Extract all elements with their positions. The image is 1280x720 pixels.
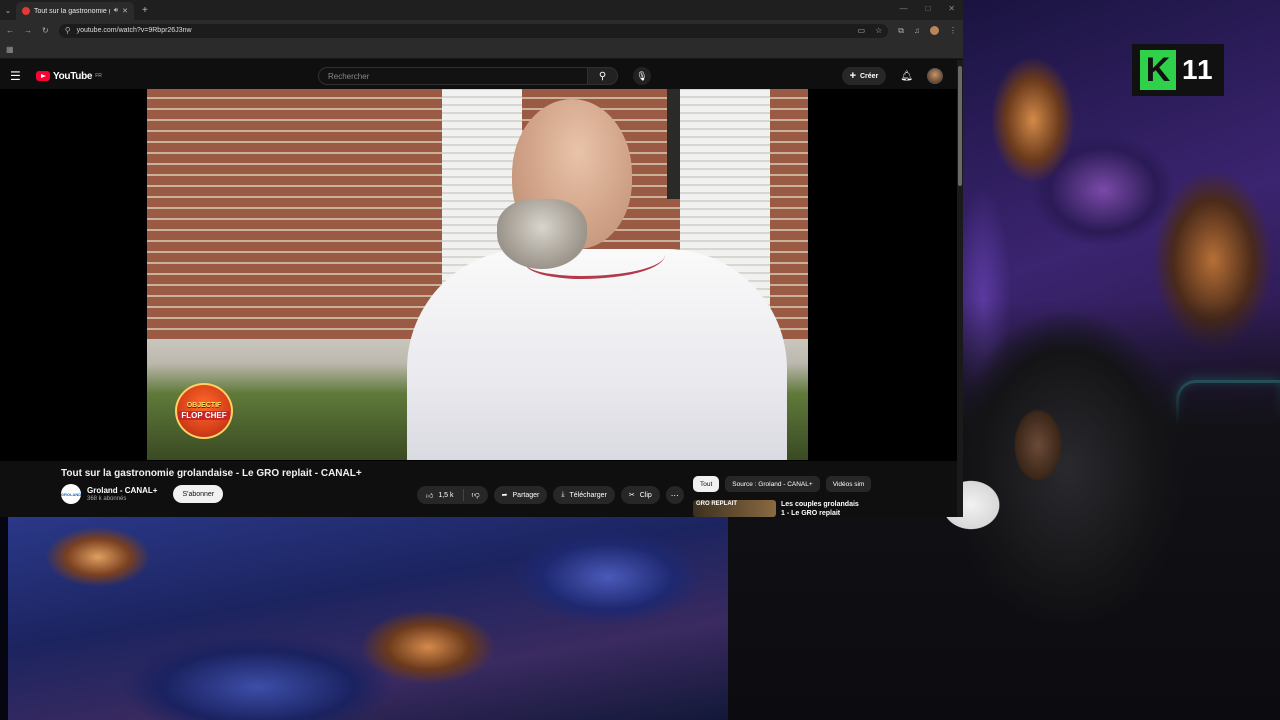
browser-toolbar: ← → ↻ ⚲ youtube.com/watch?v=9Rbpr26J3nw … <box>0 20 963 41</box>
like-button[interactable]: 👍︎ 1,5 k <box>417 489 464 501</box>
channel-row: GROLAND Groland - CANAL+ 368 k abonnés S… <box>61 484 224 504</box>
share-button[interactable]: ➦ Partager <box>493 486 548 504</box>
youtube-favicon-icon <box>22 7 30 15</box>
header-actions: + Créer 🔔︎ <box>841 67 943 85</box>
thumbs-up-icon: 👍︎ <box>426 492 434 500</box>
k11-logo: K 11 <box>1132 44 1224 96</box>
extensions-icon[interactable]: ⧉ <box>898 26 904 36</box>
search-input[interactable] <box>318 67 588 85</box>
speaker-icon[interactable]: 🔊︎ <box>114 7 118 15</box>
related-video-thumbnail[interactable]: GRO REPLAIT <box>693 500 776 517</box>
search-bar: ⚲ 🎙︎ <box>318 67 651 85</box>
close-window-icon[interactable]: ✕ <box>948 4 955 13</box>
k11-logo-number: 11 <box>1182 54 1214 85</box>
download-label: Télécharger <box>569 491 607 499</box>
related-filter-chips: Tout Source : Groland - CANAL+ Vidéos si… <box>693 476 872 492</box>
video-actions: 👍︎ 1,5 k 👎︎ ➦ Partager ⤓ Télécharger ✂ C… <box>417 486 684 504</box>
tab-title: Tout sur la gastronomie gr <box>34 7 110 15</box>
share-arrow-icon: ➦ <box>501 492 508 499</box>
create-button[interactable]: + Créer <box>841 67 887 85</box>
profile-icon[interactable] <box>930 26 939 35</box>
browser-menu-icon[interactable]: ⋮ <box>949 26 957 35</box>
show-logo-badge: OBJECTIF FLOP CHEF <box>175 383 233 439</box>
address-bar[interactable]: ⚲ youtube.com/watch?v=9Rbpr26J3nw ▭ ☆ <box>58 23 889 38</box>
url-text: youtube.com/watch?v=9Rbpr26J3nw <box>76 27 192 34</box>
omnibox-actions: ▭ ☆ <box>858 26 883 35</box>
reload-icon[interactable]: ↻ <box>42 26 49 35</box>
like-dislike-group: 👍︎ 1,5 k 👎︎ <box>417 486 488 504</box>
share-label: Partager <box>512 491 540 499</box>
video-player[interactable]: OBJECTIF FLOP CHEF <box>0 89 957 461</box>
search-icon: ⚲ <box>598 70 607 82</box>
chip-all[interactable]: Tout <box>693 476 720 492</box>
tab-bar: ⌄ Tout sur la gastronomie gr 🔊︎ ✕ + — □ … <box>0 0 963 20</box>
plus-icon: + <box>849 70 856 82</box>
dislike-button[interactable]: 👎︎ <box>464 490 488 500</box>
media-control-icon[interactable]: ♫ <box>914 26 920 35</box>
page-scrollbar[interactable] <box>957 60 963 517</box>
maximize-icon[interactable]: □ <box>925 4 930 13</box>
notifications-bell-icon[interactable]: 🔔︎ <box>900 71 913 82</box>
youtube-wordmark: YouTube <box>53 70 93 82</box>
bookmark-star-icon[interactable]: ☆ <box>875 26 882 35</box>
tab-active[interactable]: Tout sur la gastronomie gr 🔊︎ ✕ <box>16 2 134 20</box>
alien-texture-background-bottom <box>8 517 728 720</box>
clip-label: Clip <box>639 491 652 499</box>
minimize-icon[interactable]: — <box>899 4 907 13</box>
chef-jacket <box>407 249 787 460</box>
cast-icon[interactable]: ▭ <box>858 26 866 35</box>
youtube-play-logo-icon <box>36 71 50 81</box>
browser-window: ⌄ Tout sur la gastronomie gr 🔊︎ ✕ + — □ … <box>0 0 963 517</box>
scissors-icon: ✂ <box>628 492 635 499</box>
download-icon: ⤓ <box>561 491 565 498</box>
scrollbar-thumb[interactable] <box>958 66 962 186</box>
back-arrow-icon[interactable]: ← <box>6 26 14 35</box>
account-avatar[interactable] <box>927 68 943 84</box>
hamburger-menu-icon[interactable]: ☰ <box>10 69 28 83</box>
video-title: Tout sur la gastronomie grolandaise - Le… <box>61 468 362 479</box>
more-actions-button[interactable]: ⋯ <box>665 486 684 504</box>
related-video-item[interactable]: GRO REPLAIT Les couples grolandais 1 - L… <box>693 500 861 517</box>
chip-similar[interactable]: Vidéos sim <box>825 476 872 492</box>
badge-line-2: FLOP CHEF <box>178 411 230 420</box>
forward-arrow-icon[interactable]: → <box>24 26 32 35</box>
new-tab-plus-icon[interactable]: + <box>142 5 148 16</box>
chef-figure <box>407 99 787 460</box>
chef-beard <box>497 199 587 269</box>
channel-name[interactable]: Groland - CANAL+ <box>87 486 157 495</box>
youtube-header: ☰ YouTube FR ⚲ 🎙︎ + Créer 🔔︎ <box>0 61 963 91</box>
create-label: Créer <box>860 72 879 80</box>
k11-logo-letter: K <box>1140 50 1176 90</box>
chip-source[interactable]: Source : Groland - CANAL+ <box>725 476 820 492</box>
tab-list-chevron-icon[interactable]: ⌄ <box>0 6 16 15</box>
channel-avatar[interactable]: GROLAND <box>61 484 81 504</box>
like-count: 1,5 k <box>438 491 454 499</box>
subscriber-count: 368 k abonnés <box>87 496 127 502</box>
region-code: FR <box>95 72 102 79</box>
microphone-icon: 🎙︎ <box>636 70 648 81</box>
frame-edge <box>0 517 8 720</box>
voice-search-button[interactable]: 🎙︎ <box>633 67 651 85</box>
clip-button[interactable]: ✂ Clip <box>620 486 660 504</box>
stream-scene: K 11 ⌄ Tout sur la gastronomie gr 🔊︎ ✕ +… <box>0 0 1280 720</box>
channel-meta: Groland - CANAL+ 368 k abonnés <box>87 486 157 502</box>
apps-grid-icon[interactable]: ▦ <box>6 45 14 54</box>
more-horizontal-icon: ⋯ <box>670 490 679 500</box>
youtube-logo[interactable]: YouTube FR <box>36 71 102 82</box>
bookmarks-bar: ▦ <box>0 41 963 59</box>
window-controls: — □ ✕ <box>899 4 955 13</box>
badge-line-1: OBJECTIF <box>186 402 222 409</box>
video-frame[interactable]: OBJECTIF FLOP CHEF <box>147 89 808 460</box>
toolbar-right: ⧉ ♫ ⋮ <box>898 26 957 36</box>
search-button[interactable]: ⚲ <box>588 67 618 85</box>
close-tab-icon[interactable]: ✕ <box>122 7 128 15</box>
related-video-title[interactable]: Les couples grolandais 1 - Le GRO replai… <box>781 500 861 517</box>
download-button[interactable]: ⤓ Télécharger <box>553 486 615 504</box>
subscribe-button[interactable]: S'abonner <box>173 485 224 503</box>
site-info-icon[interactable]: ⚲ <box>65 26 71 35</box>
thumbs-down-icon: 👎︎ <box>471 490 480 499</box>
